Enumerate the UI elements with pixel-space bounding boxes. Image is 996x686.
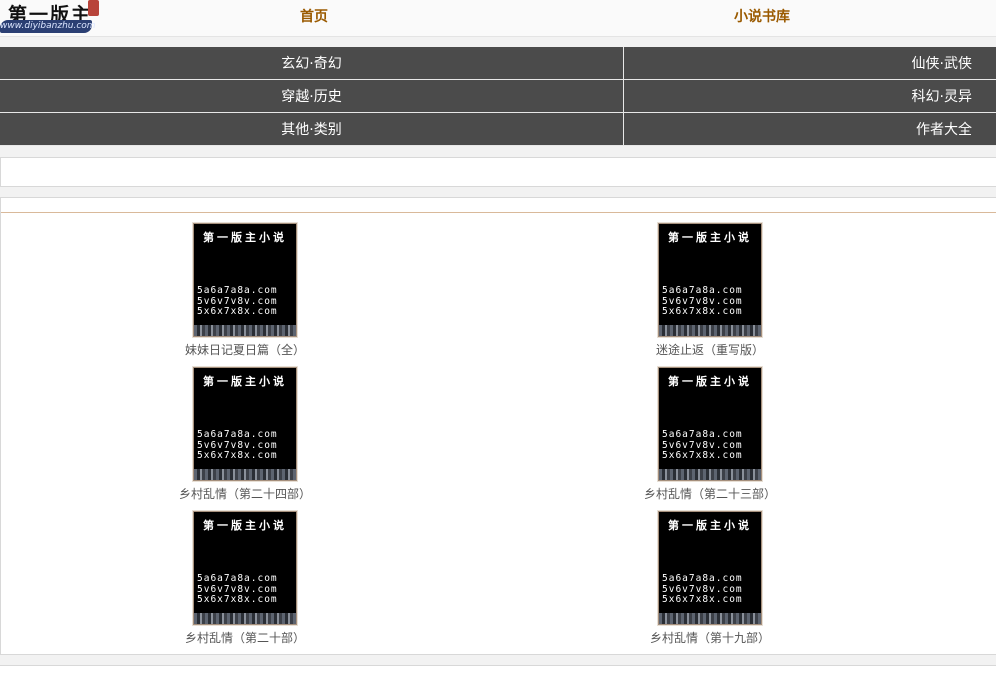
footer-strip <box>0 665 996 686</box>
cover-wave-decoration <box>194 325 296 336</box>
book-cover[interactable]: 第一版主小说 5a6a7a8a.com5v6v7v8v.com5x6x7x8x.… <box>193 511 297 625</box>
cover-wave-decoration <box>659 469 761 480</box>
nav-home-link[interactable]: 首页 <box>300 0 328 34</box>
category-kehuan-link[interactable]: 科幻·灵异 <box>624 80 996 113</box>
category-chuanyue-link[interactable]: 穿越·历史 <box>0 80 624 113</box>
panel-header <box>1 198 996 213</box>
book-item[interactable]: 第一版主小说 5a6a7a8a.com5v6v7v8v.com5x6x7x8x.… <box>125 511 365 646</box>
search-bar[interactable] <box>0 157 996 187</box>
book-cover[interactable]: 第一版主小说 5a6a7a8a.com5v6v7v8v.com5x6x7x8x.… <box>193 367 297 481</box>
cover-urls: 5a6a7a8a.com5v6v7v8v.com5x6x7x8x.com <box>197 286 278 318</box>
logo-seal-icon <box>88 0 99 16</box>
category-xuanhuan-link[interactable]: 玄幻·奇幻 <box>0 47 624 80</box>
book-cover[interactable]: 第一版主小说 5a6a7a8a.com5v6v7v8v.com5x6x7x8x.… <box>658 223 762 337</box>
cover-title: 第一版主小说 <box>194 229 296 245</box>
cover-title: 第一版主小说 <box>659 373 761 389</box>
cover-title: 第一版主小说 <box>194 517 296 533</box>
cover-title: 第一版主小说 <box>194 373 296 389</box>
book-item[interactable]: 第一版主小说 5a6a7a8a.com5v6v7v8v.com5x6x7x8x.… <box>590 511 830 646</box>
book-title-link[interactable]: 迷途止返（重写版） <box>590 341 830 358</box>
cover-urls: 5a6a7a8a.com5v6v7v8v.com5x6x7x8x.com <box>197 574 278 606</box>
book-cover[interactable]: 第一版主小说 5a6a7a8a.com5v6v7v8v.com5x6x7x8x.… <box>193 223 297 337</box>
book-title-link[interactable]: 乡村乱情（第十九部） <box>590 629 830 646</box>
book-title-link[interactable]: 妹妹日记夏日篇（全） <box>125 341 365 358</box>
book-title-link[interactable]: 乡村乱情（第二十部） <box>125 629 365 646</box>
book-title-link[interactable]: 乡村乱情（第二十四部） <box>125 485 365 502</box>
cover-wave-decoration <box>659 613 761 624</box>
logo-domain: www.diyibanzhu.com <box>0 20 92 33</box>
book-item[interactable]: 第一版主小说 5a6a7a8a.com5v6v7v8v.com5x6x7x8x.… <box>125 367 365 502</box>
book-item[interactable]: 第一版主小说 5a6a7a8a.com5v6v7v8v.com5x6x7x8x.… <box>590 223 830 358</box>
cover-wave-decoration <box>659 325 761 336</box>
book-title-link[interactable]: 乡村乱情（第二十三部） <box>590 485 830 502</box>
category-other-link[interactable]: 其他·类别 <box>0 113 624 146</box>
book-cover[interactable]: 第一版主小说 5a6a7a8a.com5v6v7v8v.com5x6x7x8x.… <box>658 511 762 625</box>
cover-wave-decoration <box>194 469 296 480</box>
cover-title: 第一版主小说 <box>659 229 761 245</box>
nav-library-link[interactable]: 小说书库 <box>734 0 790 34</box>
cover-urls: 5a6a7a8a.com5v6v7v8v.com5x6x7x8x.com <box>662 574 743 606</box>
book-cover[interactable]: 第一版主小说 5a6a7a8a.com5v6v7v8v.com5x6x7x8x.… <box>658 367 762 481</box>
book-item[interactable]: 第一版主小说 5a6a7a8a.com5v6v7v8v.com5x6x7x8x.… <box>590 367 830 502</box>
cover-urls: 5a6a7a8a.com5v6v7v8v.com5x6x7x8x.com <box>662 430 743 462</box>
cover-urls: 5a6a7a8a.com5v6v7v8v.com5x6x7x8x.com <box>197 430 278 462</box>
site-logo[interactable]: 第一版主 www.diyibanzhu.com <box>0 0 100 34</box>
category-nav: 玄幻·奇幻 仙侠·武侠 穿越·历史 科幻·灵异 其他·类别 作者大全 <box>0 47 996 146</box>
book-list-panel: 第一版主小说 5a6a7a8a.com5v6v7v8v.com5x6x7x8x.… <box>0 197 996 655</box>
category-authors-link[interactable]: 作者大全 <box>624 113 996 146</box>
book-item[interactable]: 第一版主小说 5a6a7a8a.com5v6v7v8v.com5x6x7x8x.… <box>125 223 365 358</box>
cover-urls: 5a6a7a8a.com5v6v7v8v.com5x6x7x8x.com <box>662 286 743 318</box>
cover-title: 第一版主小说 <box>659 517 761 533</box>
cover-wave-decoration <box>194 613 296 624</box>
category-xianxia-link[interactable]: 仙侠·武侠 <box>624 47 996 80</box>
site-header: 第一版主 www.diyibanzhu.com 首页 小说书库 <box>0 0 996 37</box>
